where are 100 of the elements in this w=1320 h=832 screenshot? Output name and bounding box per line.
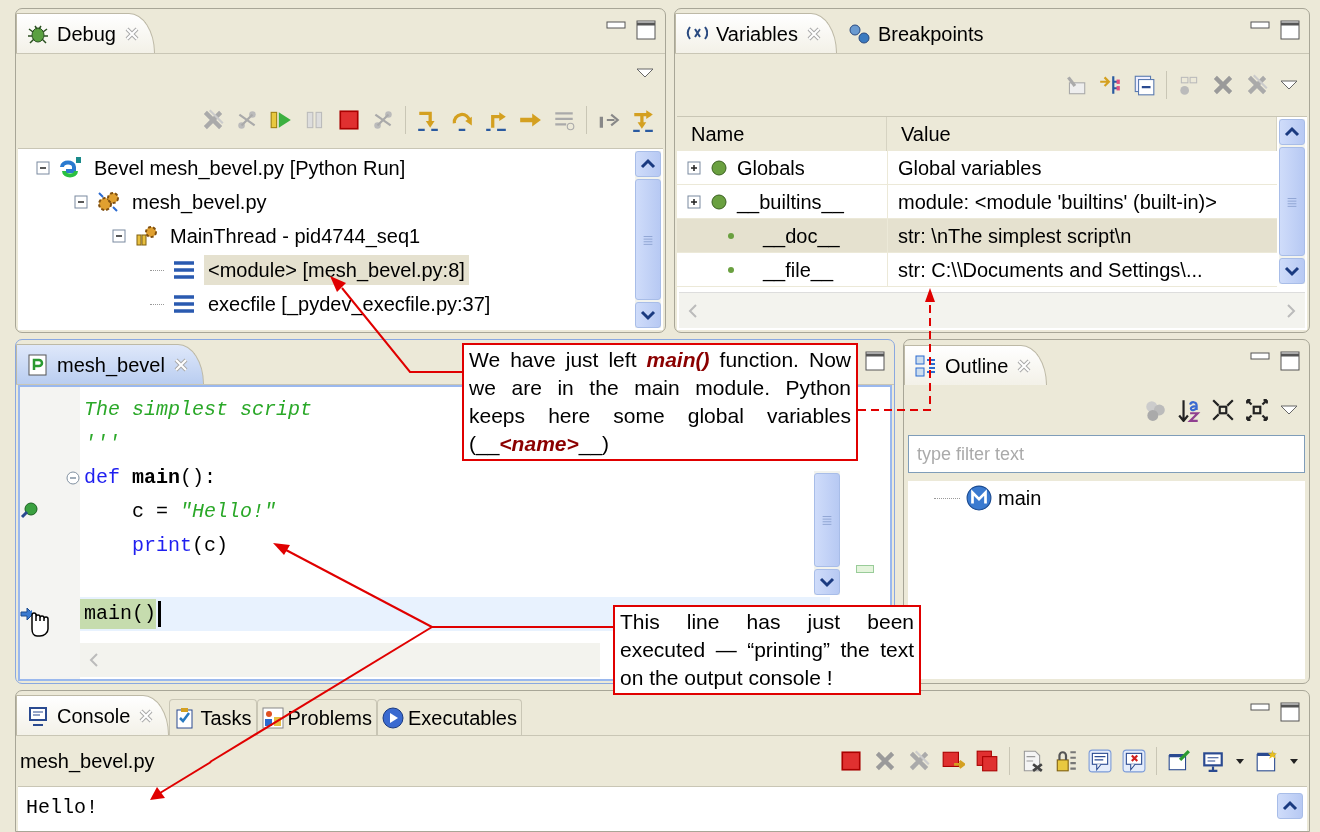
table-cell: Global variables [887, 151, 1277, 185]
console-output: Hello! [26, 795, 98, 821]
play-icon [382, 706, 404, 729]
sort-icon[interactable] [1177, 398, 1201, 422]
step-filter-icon[interactable] [631, 108, 655, 132]
collapse-icon[interactable] [112, 229, 126, 243]
view-tab[interactable]: Variables [675, 13, 837, 53]
view-tab[interactable]: Executables [377, 699, 522, 735]
tree-item[interactable]: MainThread - pid4744_seq1 [166, 221, 425, 251]
vertical-scrollbar[interactable] [814, 471, 840, 595]
minimize-icon[interactable] [1249, 350, 1271, 362]
pin-console-icon[interactable] [1167, 749, 1191, 773]
display-console-icon[interactable] [1201, 749, 1225, 773]
view-tab[interactable]: Breakpoints [836, 13, 999, 53]
tab-label: Executables [408, 705, 517, 731]
maximize-icon[interactable] [1279, 19, 1301, 41]
gears-icon [96, 191, 120, 213]
breakpoints-icon [847, 22, 870, 45]
expand-icon[interactable] [687, 160, 701, 175]
hide-fields-icon[interactable] [1143, 398, 1167, 422]
view-menu-icon[interactable] [1279, 404, 1299, 416]
method-icon [966, 485, 992, 511]
expand-all-icon[interactable] [1245, 398, 1269, 422]
column-header[interactable]: Name [677, 117, 887, 151]
callout-note: We have just left main() function. Now we are in the main module. Python keeps here some global variables (__<name>__) [462, 343, 858, 461]
stack-frame-icon [172, 293, 196, 315]
python-icon [58, 157, 82, 179]
tab-label: Problems [287, 705, 372, 731]
process-label: mesh_bevel.py [20, 749, 155, 775]
maximize-icon[interactable] [1279, 701, 1301, 723]
outline-item[interactable]: main [998, 483, 1042, 513]
code-line: The simplest script [83, 397, 313, 423]
minimize-icon[interactable] [1249, 701, 1271, 713]
variable-dot-icon [727, 265, 735, 274]
terminate-all-icon[interactable] [975, 749, 999, 773]
variable-dot-icon [711, 193, 727, 210]
thread-icon [134, 225, 158, 247]
minimize-icon[interactable] [605, 19, 627, 31]
view-menu-icon[interactable] [635, 67, 655, 79]
horizontal-scrollbar[interactable] [80, 643, 600, 677]
terminate-icon[interactable] [337, 108, 361, 132]
variable-name: __doc__ [763, 223, 840, 250]
scroll-thumb-grip-icon [820, 513, 834, 527]
variable-dot-icon [727, 231, 735, 240]
view-tab[interactable]: Problems [256, 699, 377, 735]
tab-label: Debug [57, 21, 116, 47]
problems-icon [261, 706, 284, 729]
caret-icon[interactable] [1235, 757, 1245, 765]
scroll-lock-icon[interactable] [1054, 749, 1078, 773]
open-console-icon[interactable] [1255, 749, 1279, 773]
tab-label: Console [57, 703, 131, 729]
stack-frame-icon [172, 259, 196, 281]
maximize-icon[interactable] [864, 350, 886, 372]
tree-item[interactable]: mesh_bevel.py [128, 187, 271, 217]
outline-icon [915, 354, 937, 377]
code-line: c = "Hello!" [131, 499, 277, 525]
view-tab[interactable]: Tasks [169, 699, 257, 735]
text-cursor [158, 601, 161, 627]
table-cell: str: C:\\Documents and Settings\... [887, 253, 1277, 287]
collapse-icon[interactable] [36, 161, 50, 175]
code-line: def main(): [83, 465, 217, 491]
show-on-error-icon[interactable] [1122, 749, 1146, 773]
tab-label: Breakpoints [877, 21, 984, 47]
collapse-all-icon[interactable] [1132, 73, 1156, 97]
view-tab[interactable]: Outline [904, 345, 1048, 385]
tab-label: Tasks [200, 705, 252, 731]
tab-label: mesh_bevel [57, 352, 165, 379]
expand-icon[interactable] [687, 194, 701, 209]
filter-field[interactable]: type filter text [908, 435, 1305, 473]
show-type-names-icon[interactable] [1098, 73, 1122, 97]
show-on-output-icon[interactable] [1088, 749, 1112, 773]
vertical-scrollbar[interactable] [1279, 119, 1305, 284]
variable-name: __file__ [763, 257, 834, 284]
column-header[interactable]: Value [887, 117, 1277, 151]
collapse-all-icon[interactable] [1211, 398, 1235, 422]
tree-item[interactable]: Bevel mesh_bevel.py [Python Run] [90, 153, 410, 183]
vertical-scrollbar[interactable] [635, 151, 661, 328]
code-line: print(c) [131, 533, 229, 559]
view-tab[interactable]: Console [16, 695, 170, 735]
tab-label: Variables [716, 21, 798, 47]
tab-label: Outline [945, 353, 1009, 379]
collapse-icon[interactable] [74, 195, 88, 209]
variable-name: Globals [737, 155, 805, 181]
caret-icon[interactable] [1289, 757, 1299, 765]
scroll-up-button[interactable] [1277, 793, 1303, 819]
maximize-icon[interactable] [635, 19, 657, 41]
callout-note: This line has just been executed — “printing” the text on the output console ! [613, 605, 921, 695]
overview-marker [856, 565, 874, 573]
maximize-icon[interactable] [1279, 350, 1301, 372]
minimize-icon[interactable] [1249, 19, 1271, 31]
python-file-icon [27, 353, 49, 376]
variable-name: __builtins__ [737, 189, 844, 216]
tree-item[interactable]: <module> [mesh_bevel.py:8] [204, 255, 469, 285]
view-tab[interactable]: Debug [16, 13, 155, 53]
view-menu-icon[interactable] [1279, 79, 1299, 91]
terminate-icon[interactable] [839, 749, 863, 773]
code-line: ''' [83, 431, 120, 457]
table-cell: str: \nThe simplest script\n [887, 219, 1277, 253]
variable-dot-icon [711, 159, 727, 176]
view-tab[interactable]: mesh_bevel [16, 344, 204, 384]
